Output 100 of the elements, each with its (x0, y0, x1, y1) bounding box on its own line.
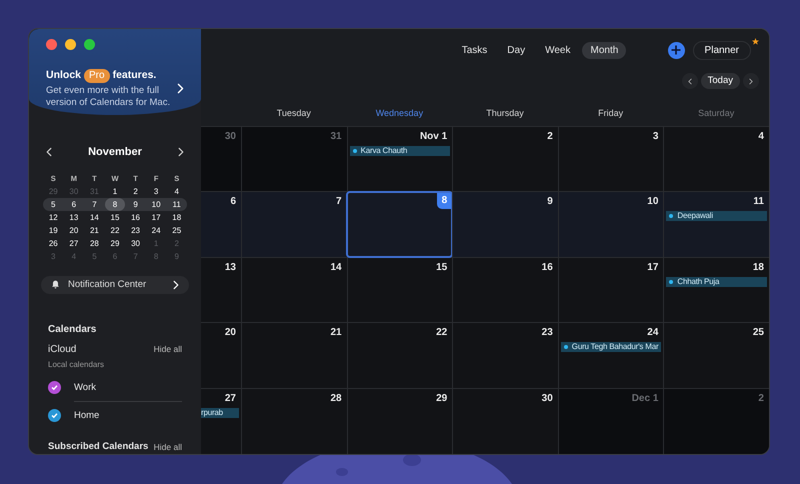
mini-calendar-day[interactable]: 8 (104, 198, 125, 211)
mini-calendar-day[interactable]: 2 (126, 184, 146, 198)
date-number: 11 (753, 195, 765, 210)
day-cell[interactable]: 9 (452, 192, 558, 257)
calendar-name[interactable]: Home (74, 402, 182, 430)
date-number: 16 (542, 260, 554, 275)
day-cell[interactable]: 23 (452, 323, 558, 388)
zoom-icon[interactable] (84, 39, 95, 50)
day-cell[interactable]: 13 (201, 258, 241, 322)
event-chip[interactable]: rpurab (201, 408, 239, 418)
next-button[interactable] (743, 73, 759, 89)
section-heading: Subscribed Calendars (48, 440, 148, 454)
mini-calendar-day[interactable]: 28 (84, 236, 104, 250)
add-button[interactable] (668, 42, 685, 58)
day-cell[interactable]: 24 Guru Tegh Bahadur's Mar (558, 323, 664, 388)
day-cell[interactable]: 30 (201, 127, 241, 192)
event-chip[interactable]: Deepawali (666, 211, 767, 222)
mini-calendar-day[interactable]: 16 (126, 210, 146, 224)
mini-calendar-day[interactable]: 6 (64, 198, 84, 211)
checkmark-icon (51, 384, 58, 392)
day-cell[interactable]: 16 (452, 258, 558, 322)
mini-calendar-day[interactable]: 15 (104, 210, 125, 224)
mini-calendar-day[interactable]: 9 (126, 198, 146, 211)
day-cell[interactable]: 25 (663, 323, 769, 388)
mini-calendar-day[interactable]: 21 (84, 224, 104, 237)
planner-button[interactable]: Planner (692, 40, 752, 60)
account-name: iCloud (48, 342, 76, 357)
day-cell[interactable]: Dec 1 (558, 388, 664, 454)
mini-calendar-day[interactable]: 4 (166, 184, 187, 198)
day-cell[interactable]: 15 (346, 258, 452, 322)
mini-calendar-day[interactable]: 19 (43, 224, 64, 237)
day-cell[interactable]: 27 rpurab (201, 388, 241, 454)
day-cell[interactable]: 28 (241, 388, 347, 454)
day-cell[interactable]: Nov 1 Karva Chauth (346, 127, 452, 192)
close-icon[interactable] (46, 39, 57, 50)
day-cell[interactable]: 17 (558, 258, 664, 322)
day-cell[interactable]: 4 (663, 127, 769, 192)
day-cell[interactable]: 2 (452, 127, 558, 192)
mini-calendar-day[interactable]: 5 (43, 198, 64, 211)
pro-badge: Pro (84, 68, 110, 83)
day-cell[interactable]: 8 (346, 192, 452, 257)
mini-calendar-day[interactable]: 24 (146, 224, 166, 237)
chevron-left-icon (46, 147, 52, 158)
mini-calendar-day[interactable]: 30 (126, 236, 146, 250)
day-cell[interactable]: 3 (558, 127, 664, 192)
mini-calendar-day[interactable]: 27 (64, 236, 84, 250)
mini-calendar-day[interactable]: 3 (146, 184, 166, 198)
day-cell[interactable]: 7 (241, 192, 347, 257)
hide-all-button[interactable]: Hide all (154, 342, 182, 356)
mini-calendar-day[interactable]: 22 (104, 224, 125, 237)
calendar-checkbox[interactable] (48, 409, 61, 422)
day-cell[interactable]: 6 (201, 192, 241, 257)
day-cell[interactable]: 18 Chhath Puja (663, 258, 769, 322)
mini-calendar-day[interactable]: 20 (64, 224, 84, 237)
mini-calendar-day[interactable]: 17 (146, 210, 166, 224)
date-number: 25 (752, 326, 765, 340)
mini-calendar-day[interactable]: 11 (166, 198, 187, 211)
day-cell[interactable]: 20 (201, 323, 241, 388)
event-chip[interactable]: Karva Chauth (350, 146, 450, 156)
date-number: 21 (330, 326, 343, 340)
date-number: 6 (230, 195, 237, 210)
day-cell[interactable]: 2 (663, 388, 769, 454)
view-tab[interactable]: Week (537, 42, 578, 58)
view-tab[interactable]: Tasks (454, 42, 496, 58)
promo-banner[interactable]: Unlock Pro features. Get even more with the full version of Calendars for Mac. (29, 29, 201, 116)
mini-calendar-day[interactable]: 12 (43, 210, 64, 224)
chevron-left-icon (688, 78, 692, 84)
day-cell[interactable]: 29 (346, 388, 452, 454)
day-cell[interactable]: 30 (452, 388, 558, 454)
day-cell[interactable]: 14 (241, 258, 347, 322)
hide-all-button[interactable]: Hide all (154, 440, 182, 454)
day-cell[interactable]: 21 (241, 323, 347, 388)
date-number: 29 (436, 392, 448, 406)
view-tab[interactable]: Day (499, 42, 534, 58)
event-chip[interactable]: Chhath Puja (666, 276, 767, 287)
day-cell[interactable]: 10 (558, 192, 664, 257)
previous-button[interactable] (682, 73, 698, 89)
view-tab[interactable]: Month (582, 42, 626, 58)
mini-calendar-day[interactable]: 13 (64, 210, 84, 224)
event-title: Karva Chauth (360, 146, 408, 156)
today-button[interactable]: Today (700, 73, 740, 89)
mini-calendar-day[interactable]: 14 (84, 210, 104, 224)
mini-calendar-day[interactable]: 10 (146, 198, 166, 211)
day-cell[interactable]: 22 (346, 323, 452, 388)
mini-calendar-day[interactable]: 29 (104, 236, 125, 250)
calendar-name[interactable]: Work (74, 374, 182, 402)
mini-calendar-day[interactable]: 7 (84, 198, 104, 211)
notification-center-button[interactable]: Notification Center (41, 276, 189, 294)
mini-calendar-day[interactable]: 1 (104, 184, 125, 198)
today-date-badge: 8 (436, 192, 452, 210)
star-icon (752, 38, 760, 44)
mini-calendar-day[interactable]: 26 (43, 236, 64, 250)
day-cell[interactable]: 31 (241, 127, 347, 192)
calendar-checkbox[interactable] (48, 381, 61, 394)
minimize-icon[interactable] (65, 39, 76, 50)
mini-calendar-day[interactable]: 25 (166, 224, 187, 237)
mini-calendar-day[interactable]: 23 (126, 224, 146, 237)
day-cell[interactable]: 11 Deepawali (663, 192, 769, 257)
bell-icon (51, 280, 60, 290)
mini-calendar-day[interactable]: 18 (166, 210, 187, 224)
